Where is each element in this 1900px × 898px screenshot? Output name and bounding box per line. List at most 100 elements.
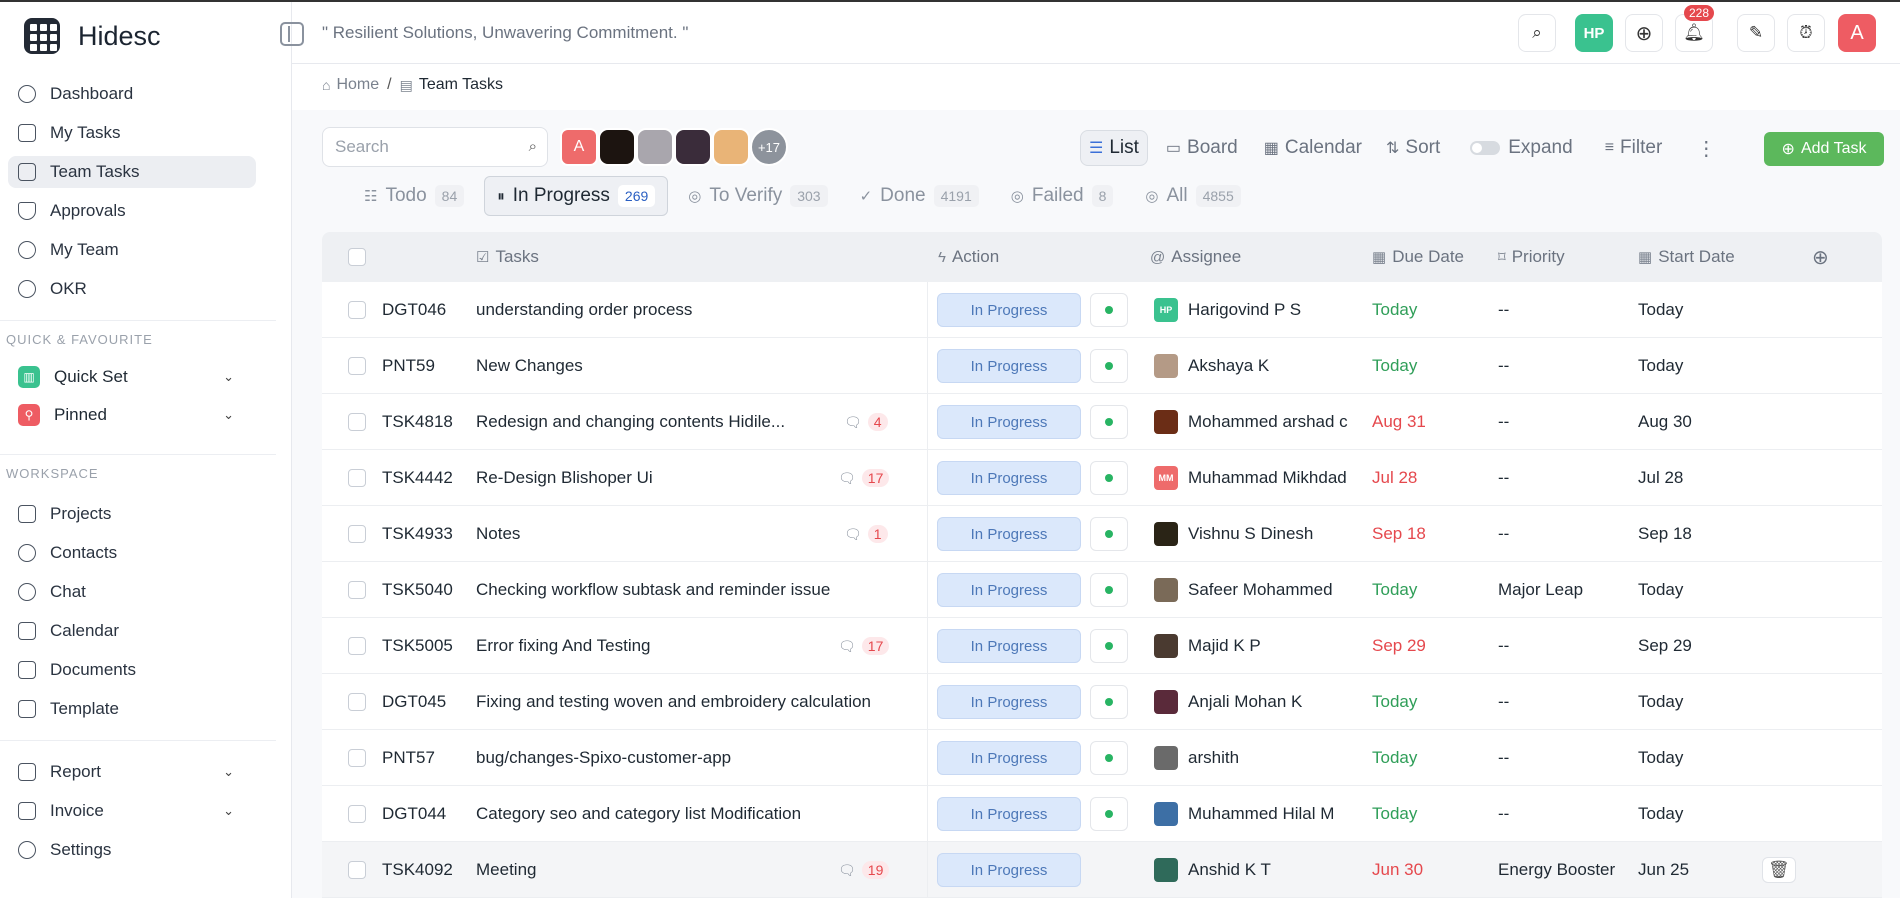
header-priority[interactable]: ⌑ Priority	[1498, 247, 1565, 267]
status-pill[interactable]: In Progress	[937, 562, 1081, 618]
trash-icon[interactable]: 🗑︎	[1762, 842, 1796, 898]
toggle-switch[interactable]	[1470, 141, 1501, 155]
row-checkbox[interactable]	[348, 786, 366, 842]
assignee[interactable]: Vishnu S Dinesh	[1154, 506, 1313, 562]
header-action[interactable]: ϟ Action	[938, 247, 999, 267]
due-date[interactable]: Jun 30	[1372, 842, 1423, 898]
tab-all[interactable]: ◎ All 4855	[1133, 176, 1252, 216]
filter-button[interactable]: ≡ Filter	[1597, 130, 1671, 166]
task-title[interactable]: Notes	[476, 506, 520, 562]
assignee[interactable]: Mohammed arshad c	[1154, 394, 1348, 450]
comment-count[interactable]: 🗨︎ 19	[838, 842, 890, 898]
status-pill[interactable]: In Progress	[937, 450, 1081, 506]
view-list-button[interactable]: ☰ List	[1080, 130, 1148, 166]
brand[interactable]: Hidesc	[24, 18, 161, 54]
sidebar-item-contacts[interactable]: Contacts	[8, 537, 256, 569]
task-title[interactable]: Category seo and category list Modificat…	[476, 786, 801, 842]
task-title[interactable]: Checking workflow subtask and reminder i…	[476, 562, 830, 618]
status-pill[interactable]: In Progress	[937, 618, 1081, 674]
status-pill[interactable]: In Progress	[937, 506, 1081, 562]
sidebar-item-template[interactable]: Template	[8, 693, 256, 725]
task-title[interactable]: New Changes	[476, 338, 583, 394]
priority[interactable]: --	[1498, 730, 1509, 786]
task-title[interactable]: understanding order process	[476, 282, 692, 338]
priority[interactable]: --	[1498, 338, 1509, 394]
status-indicator[interactable]	[1090, 338, 1128, 394]
sidebar-item-calendar[interactable]: Calendar	[8, 615, 256, 647]
start-date[interactable]: Sep 18	[1638, 506, 1692, 562]
start-date[interactable]: Today	[1638, 562, 1683, 618]
status-indicator[interactable]	[1090, 786, 1128, 842]
status-pill[interactable]: In Progress	[937, 786, 1081, 842]
row-checkbox[interactable]	[348, 282, 366, 338]
avatar[interactable]	[712, 128, 750, 166]
status-indicator[interactable]	[1090, 450, 1128, 506]
row-checkbox[interactable]	[348, 450, 366, 506]
sidebar-item-chat[interactable]: Chat	[8, 576, 256, 608]
row-checkbox[interactable]	[348, 506, 366, 562]
select-all-checkbox[interactable]	[348, 248, 366, 266]
comment-count[interactable]: 🗨︎ 17	[838, 618, 890, 674]
row-checkbox[interactable]	[348, 618, 366, 674]
header-assignee[interactable]: @ Assignee	[1150, 247, 1241, 267]
comment-count[interactable]: 🗨︎ 4	[844, 394, 888, 450]
view-board-button[interactable]: ▭ Board	[1158, 130, 1246, 166]
expand-toggle[interactable]: Expand	[1462, 130, 1580, 166]
table-row[interactable]: PNT57 bug/changes-Spixo-customer-app In Pr…	[322, 730, 1882, 786]
status-pill[interactable]: In Progress	[937, 730, 1081, 786]
chevron-down-icon[interactable]: ⌄	[223, 407, 234, 423]
avatar[interactable]	[674, 128, 712, 166]
sidebar-item-dashboard[interactable]: Dashboard	[8, 78, 256, 110]
assignee[interactable]: Anshid K T	[1154, 842, 1271, 898]
due-date[interactable]: Today	[1372, 786, 1417, 842]
start-date[interactable]: Today	[1638, 338, 1683, 394]
table-row[interactable]: DGT044 Category seo and category list Mod…	[322, 786, 1882, 842]
priority[interactable]: --	[1498, 282, 1509, 338]
start-date[interactable]: Today	[1638, 282, 1683, 338]
sidebar-item-settings[interactable]: Settings	[8, 834, 256, 866]
sidebar-item-report[interactable]: Report ⌄	[8, 756, 256, 788]
start-date[interactable]: Today	[1638, 730, 1683, 786]
sidebar-item-quick-set[interactable]: ▥ Quick Set ⌄	[8, 360, 256, 394]
table-row[interactable]: TSK4818 Redesign and changing contents Hi…	[322, 394, 1882, 450]
status-indicator[interactable]	[1090, 674, 1128, 730]
chevron-down-icon[interactable]: ⌄	[223, 764, 234, 780]
user-avatar[interactable]: HP	[1575, 14, 1613, 52]
more-avatars-badge[interactable]: +17	[750, 128, 788, 166]
priority[interactable]: --	[1498, 674, 1509, 730]
breadcrumb-home[interactable]: Home	[336, 76, 379, 94]
due-date[interactable]: Sep 29	[1372, 618, 1426, 674]
status-indicator[interactable]	[1090, 506, 1128, 562]
sidebar-item-okr[interactable]: OKR	[8, 273, 256, 305]
table-row[interactable]: TSK4092 Meeting 🗨︎ 19 In Progress Anshid K T J…	[322, 842, 1882, 898]
due-date[interactable]: Today	[1372, 338, 1417, 394]
priority[interactable]: Major Leap	[1498, 562, 1583, 618]
status-indicator[interactable]	[1090, 282, 1128, 338]
status-indicator[interactable]	[1090, 730, 1128, 786]
start-date[interactable]: Jul 28	[1638, 450, 1683, 506]
assignee[interactable]: arshith	[1154, 730, 1239, 786]
sidebar-item-documents[interactable]: Documents	[8, 654, 256, 686]
assignee[interactable]: Muhammed Hilal M	[1154, 786, 1334, 842]
status-pill[interactable]: In Progress	[937, 842, 1081, 898]
table-row[interactable]: TSK5005 Error fixing And Testing 🗨︎ 17 In Pr…	[322, 618, 1882, 674]
table-row[interactable]: DGT045 Fixing and testing woven and embro…	[322, 674, 1882, 730]
sidebar-item-approvals[interactable]: Approvals	[8, 195, 256, 227]
sidebar-item-invoice[interactable]: Invoice ⌄	[8, 795, 256, 827]
search-input[interactable]: Search ⌕	[322, 127, 548, 167]
status-indicator[interactable]	[1090, 618, 1128, 674]
notes-icon[interactable]: ✎	[1737, 14, 1775, 52]
assignee[interactable]: HP Harigovind P S	[1154, 282, 1301, 338]
sidebar-item-my-team[interactable]: My Team	[8, 234, 256, 266]
sort-button[interactable]: ⇅ Sort	[1378, 130, 1448, 166]
due-date[interactable]: Sep 18	[1372, 506, 1426, 562]
status-indicator[interactable]	[1090, 562, 1128, 618]
tab-in-progress[interactable]: ⏸︎ In Progress 269	[484, 176, 669, 216]
start-date[interactable]: Sep 29	[1638, 618, 1692, 674]
sidebar-toggle-icon[interactable]	[280, 22, 304, 46]
add-circle-icon[interactable]: ⊕	[1625, 14, 1663, 52]
header-due-date[interactable]: ▦ Due Date	[1372, 247, 1464, 267]
search-icon[interactable]: ⌕	[1518, 14, 1556, 52]
avatar[interactable]	[598, 128, 636, 166]
status-pill[interactable]: In Progress	[937, 674, 1081, 730]
